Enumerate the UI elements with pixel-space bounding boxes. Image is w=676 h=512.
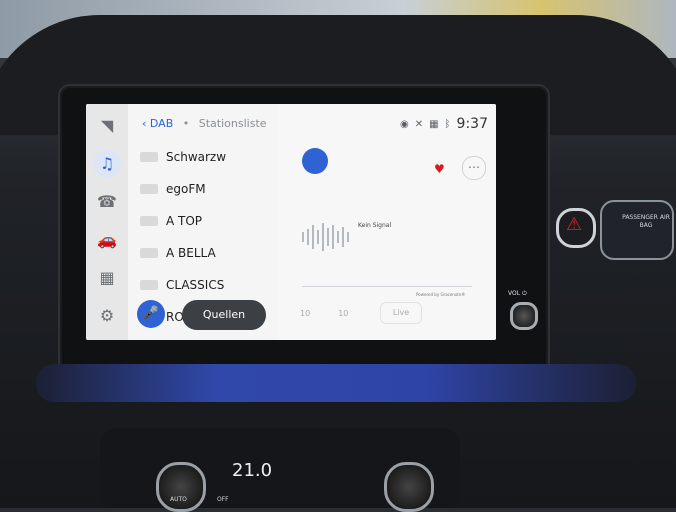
right-climate-knob[interactable]: [384, 462, 434, 512]
station-logo-icon: [140, 248, 158, 258]
breadcrumb-source[interactable]: DAB: [150, 117, 173, 130]
powered-by-text: Powered by Gracenote®: [416, 292, 466, 297]
station-logo-icon: [140, 280, 158, 290]
infotainment-screen: ◥ ♫ ☎ 🚗 ▦ ⚙ ‹ DAB • Stationsliste Schwar…: [86, 104, 496, 340]
list-item-station[interactable]: CLASSICS: [140, 274, 224, 296]
audio-wave-icon: [302, 223, 349, 251]
skip-forward-label[interactable]: 10: [338, 309, 348, 318]
hazard-button[interactable]: [556, 208, 596, 248]
center-controls: PASSENGER AIR BAG: [548, 188, 674, 262]
mobile-signal-icon: ◉: [399, 118, 409, 130]
progress-line: [302, 286, 472, 287]
settings-icon[interactable]: ⚙: [93, 302, 121, 330]
volume-control: VOL ⏻: [508, 290, 538, 330]
left-climate-knob[interactable]: [156, 462, 206, 512]
breadcrumb: ‹ DAB • Stationsliste: [142, 117, 267, 130]
music-icon[interactable]: ♫: [93, 150, 121, 178]
phone-icon[interactable]: ☎: [93, 188, 121, 216]
navigation-icon[interactable]: ◥: [93, 112, 121, 140]
bluetooth-icon: ᛒ: [444, 118, 451, 130]
station-name: Schwarzw: [166, 150, 227, 164]
station-logo-icon: [140, 184, 158, 194]
station-logo-icon: [140, 152, 158, 162]
shuffle-icon: ✕: [414, 118, 424, 130]
more-options-button[interactable]: ⋯: [462, 156, 486, 180]
apps-icon[interactable]: ▦: [93, 264, 121, 292]
station-name: CLASSICS: [166, 278, 225, 292]
auto-label: AUTO: [170, 496, 187, 503]
station-logo-icon: [140, 216, 158, 226]
list-item-station[interactable]: A BELLA: [140, 242, 216, 264]
list-item-station[interactable]: Schwarzw: [140, 146, 226, 168]
voice-assistant-button[interactable]: 🎤: [137, 300, 165, 328]
clock: 9:37: [456, 116, 488, 132]
temperature-display: 21.0: [232, 460, 273, 481]
list-item-station[interactable]: A TOP: [140, 210, 202, 232]
status-bar: ◉ ✕ ▦ ᛒ 9:37: [400, 116, 488, 132]
car-icon[interactable]: 🚗: [93, 226, 121, 254]
sidebar: ◥ ♫ ☎ 🚗 ▦ ⚙: [86, 104, 128, 340]
list-item-station[interactable]: egoFM: [140, 178, 206, 200]
volume-knob[interactable]: [510, 302, 538, 330]
breadcrumb-page: Stationsliste: [198, 117, 267, 130]
passenger-airbag-panel: PASSENGER AIR BAG: [600, 200, 674, 260]
station-name: A BELLA: [166, 246, 216, 260]
signal-status: Kein Signal: [358, 222, 392, 229]
airbag-label: PASSENGER AIR BAG: [622, 214, 670, 229]
station-name: A TOP: [166, 214, 203, 228]
skip-back-label[interactable]: 10: [300, 309, 310, 318]
ambient-light-bar: [36, 364, 636, 402]
dab-icon: ▦: [429, 118, 439, 130]
now-playing-panel: ◉ ✕ ▦ ᛒ 9:37 ♥ ⋯ Kein Signal Powered by …: [278, 104, 496, 340]
breadcrumb-separator: •: [182, 117, 190, 130]
sources-button[interactable]: Quellen: [182, 300, 266, 330]
favorite-heart-icon[interactable]: ♥: [434, 162, 445, 176]
skip-controls: 10 10: [300, 309, 348, 318]
station-name: egoFM: [166, 182, 206, 196]
back-icon[interactable]: ‹: [142, 117, 146, 130]
volume-label: VOL ⏻: [508, 290, 527, 297]
off-label: OFF: [217, 496, 229, 503]
live-button[interactable]: Live: [380, 302, 422, 324]
now-playing-icon[interactable]: [302, 148, 328, 174]
